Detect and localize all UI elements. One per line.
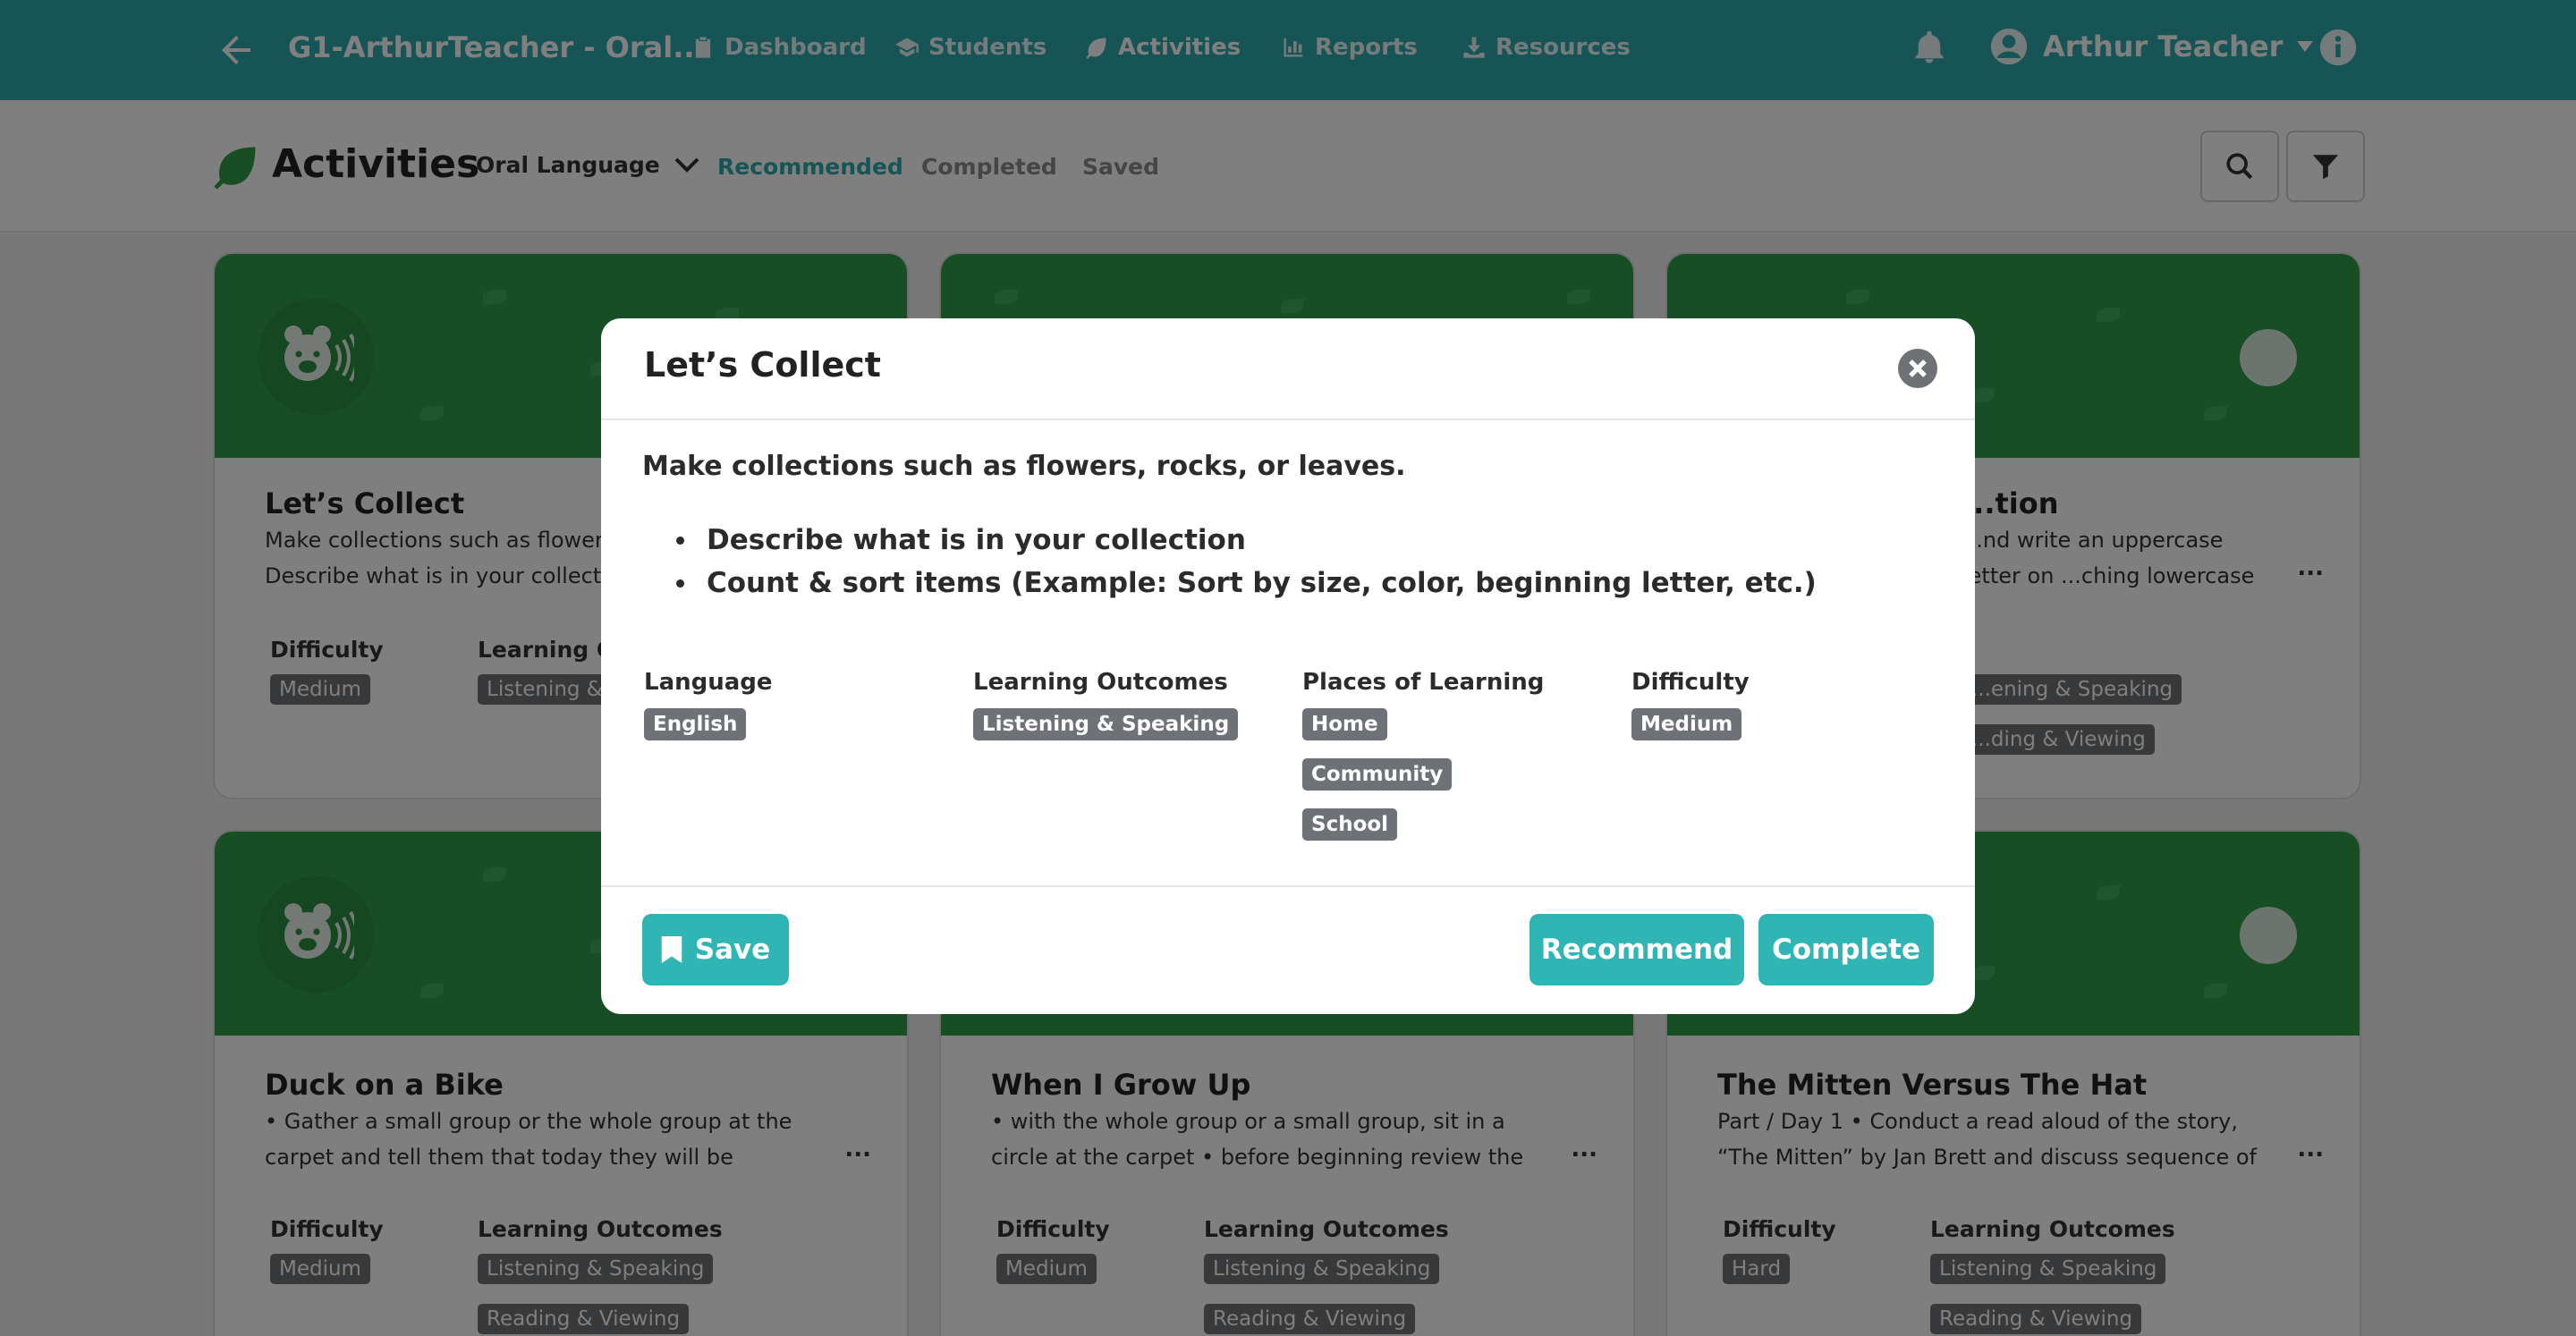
places-of-learning-label: Places of Learning — [1302, 669, 1545, 696]
bookmark-icon — [661, 936, 682, 963]
recommend-button[interactable]: Recommend — [1530, 914, 1744, 985]
list-item: Describe what is in your collection — [673, 519, 1817, 562]
close-icon[interactable] — [1896, 347, 1939, 390]
modal-description: Make collections such as flowers, rocks,… — [642, 451, 1406, 482]
place-badge-home: Home — [1302, 708, 1387, 740]
place-badge-community: Community — [1302, 758, 1453, 791]
language-badge: English — [644, 708, 747, 740]
save-button-label: Save — [694, 934, 771, 966]
language-label: Language — [644, 669, 773, 696]
modal-bullet-list: Describe what is in your collection Coun… — [673, 519, 1817, 605]
activity-detail-modal: Let’s Collect Make collections such as f… — [601, 318, 1975, 1014]
learning-outcomes-label: Learning Outcomes — [973, 669, 1228, 696]
complete-button[interactable]: Complete — [1758, 914, 1934, 985]
difficulty-label: Difficulty — [1631, 669, 1750, 696]
difficulty-badge: Medium — [1631, 708, 1742, 740]
save-button[interactable]: Save — [642, 914, 789, 985]
divider — [601, 885, 1975, 887]
list-item: Count & sort items (Example: Sort by siz… — [673, 562, 1817, 605]
outcome-badge: Listening & Speaking — [973, 708, 1239, 740]
modal-header: Let’s Collect — [601, 318, 1975, 420]
modal-title: Let’s Collect — [644, 345, 881, 385]
place-badge-school: School — [1302, 808, 1398, 841]
